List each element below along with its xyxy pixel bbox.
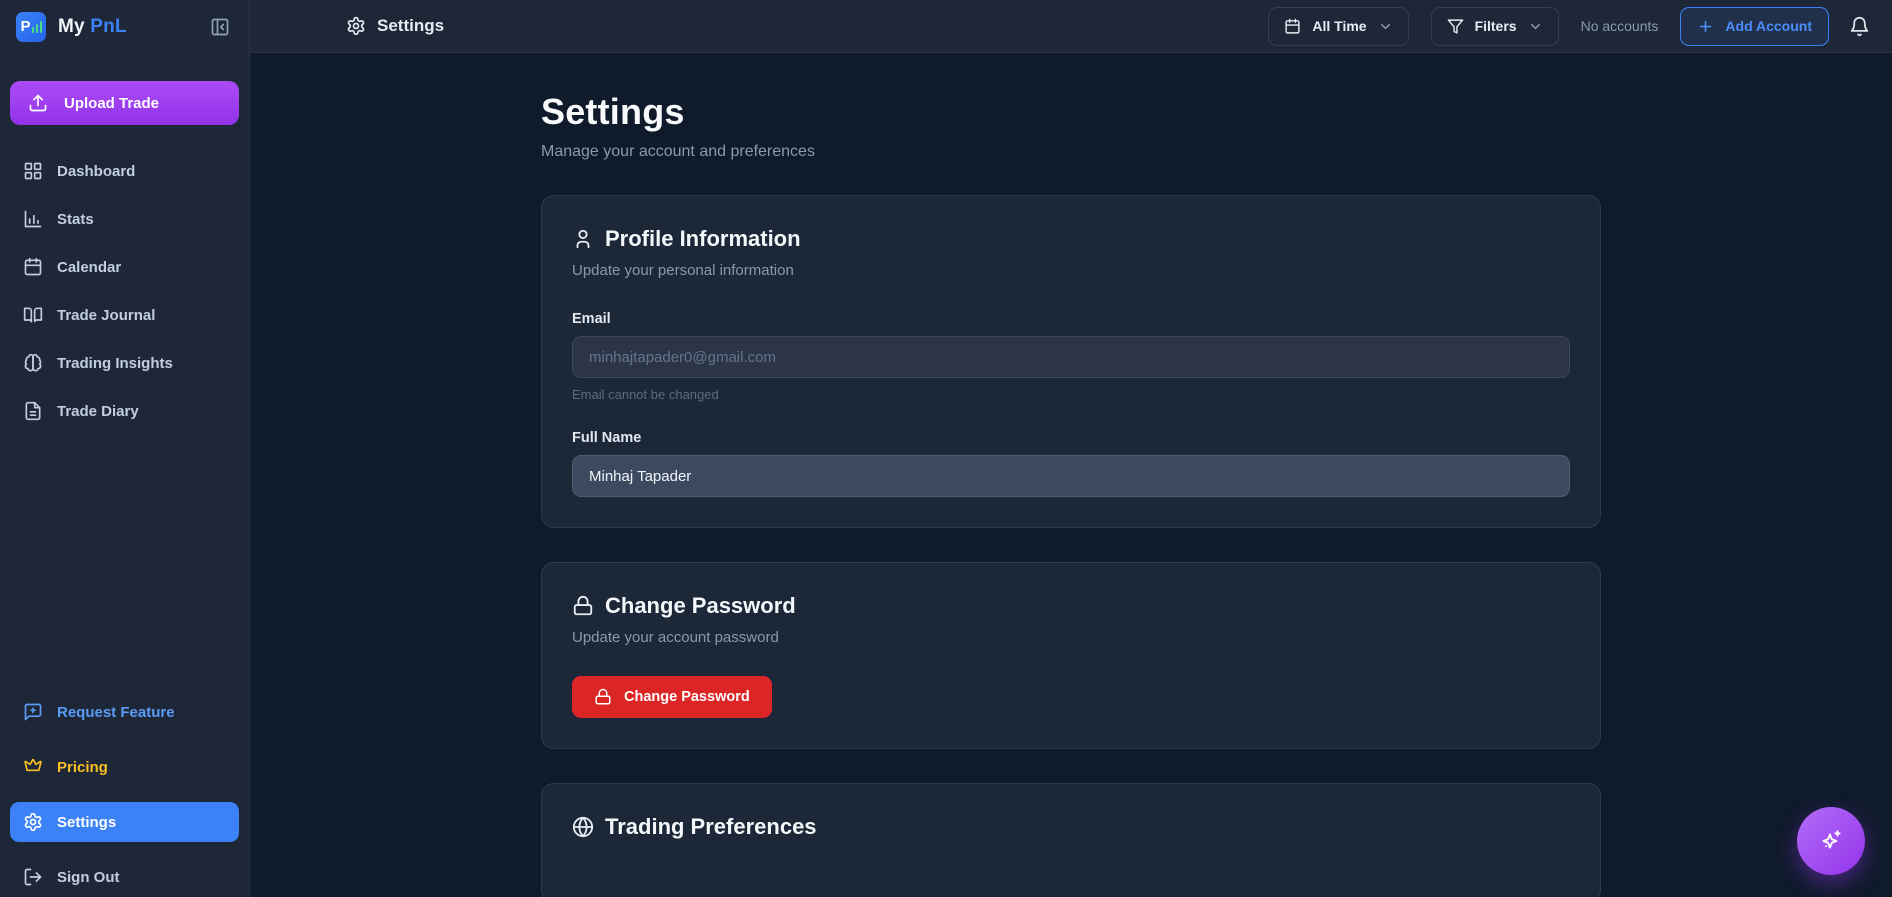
lock-icon (573, 595, 593, 616)
sidebar-header: P My PnL (0, 0, 249, 53)
trading-card-header: Trading Preferences (572, 814, 1570, 840)
logout-icon (24, 868, 42, 886)
ai-assistant-fab[interactable] (1797, 807, 1865, 875)
page-subtitle: Manage your account and preferences (541, 143, 815, 160)
gear-icon (347, 16, 365, 36)
no-accounts-status: No accounts (1580, 18, 1659, 34)
trading-preferences-card: Trading Preferences (541, 783, 1601, 897)
sidebar-footer: Request Feature Pricing Settings Sign Ou… (10, 692, 239, 897)
bar-chart-icon (24, 210, 42, 228)
lock-icon (595, 688, 611, 705)
gear-icon (24, 812, 42, 832)
add-account-button[interactable]: Add Account (1680, 6, 1829, 46)
password-card-subtitle: Update your account password (572, 629, 779, 646)
bell-icon (1850, 16, 1869, 36)
calendar-icon (1285, 18, 1300, 34)
change-password-card: Change Password Update your account pass… (541, 562, 1601, 749)
brain-icon (24, 353, 42, 372)
sidebar: P My PnL Upload Trade Dashboard Stats Ca… (0, 0, 250, 897)
email-label: Email (572, 311, 611, 327)
plus-icon (1700, 20, 1712, 32)
sidebar-item-stats[interactable]: Stats (10, 199, 239, 239)
brand-title: My PnL (58, 15, 127, 37)
upload-icon (29, 94, 47, 112)
sidebar-nav: Dashboard Stats Calendar Trade Journal T… (10, 151, 239, 431)
globe-icon (572, 816, 594, 838)
main-column: Settings All Time Filters No accounts Ad… (250, 0, 1892, 897)
page-title: Settings (541, 91, 685, 132)
user-icon (576, 229, 590, 249)
filter-icon (1447, 18, 1463, 34)
layout-grid-icon (24, 162, 42, 180)
filters-dropdown[interactable]: Filters (1430, 6, 1559, 46)
sparkles-icon (1822, 830, 1841, 849)
sidebar-item-request-feature[interactable]: Request Feature (10, 692, 239, 732)
crown-icon (24, 758, 42, 772)
book-open-icon (23, 307, 43, 323)
sidebar-item-pricing[interactable]: Pricing (10, 747, 239, 787)
file-text-icon (25, 401, 41, 421)
full-name-field[interactable] (572, 455, 1570, 497)
notifications-button[interactable] (1849, 16, 1870, 37)
calendar-icon (24, 257, 42, 276)
change-password-button[interactable]: Change Password (572, 676, 772, 718)
topbar-title: Settings (346, 16, 444, 36)
full-name-label: Full Name (572, 430, 642, 446)
chevron-down-icon (1380, 23, 1390, 29)
panel-collapse-icon (211, 18, 229, 35)
sidebar-item-calendar[interactable]: Calendar (10, 247, 239, 287)
upload-trade-button[interactable]: Upload Trade (10, 81, 239, 125)
topbar-controls: All Time Filters No accounts Add Account (1268, 6, 1870, 46)
sidebar-item-dashboard[interactable]: Dashboard (10, 151, 239, 191)
profile-card-subtitle: Update your personal information (572, 262, 794, 279)
sidebar-collapse-button[interactable] (205, 12, 235, 42)
topbar: Settings All Time Filters No accounts Ad… (250, 0, 1892, 53)
time-range-dropdown[interactable]: All Time (1268, 6, 1409, 46)
logo-chart-icon (31, 20, 42, 33)
sidebar-item-trade-journal[interactable]: Trade Journal (10, 295, 239, 335)
email-note: Email cannot be changed (572, 387, 719, 402)
password-card-header: Change Password (572, 593, 1570, 619)
sidebar-item-trading-insights[interactable]: Trading Insights (10, 343, 239, 383)
chevron-down-icon (1530, 23, 1540, 29)
profile-information-card: Profile Information Update your personal… (541, 195, 1601, 528)
settings-page: Settings Manage your account and prefere… (250, 53, 1892, 897)
sidebar-item-settings[interactable]: Settings (10, 802, 239, 842)
email-field (572, 336, 1570, 378)
profile-card-header: Profile Information (572, 226, 1570, 252)
app-logo-icon: P (16, 11, 46, 42)
sidebar-item-sign-out[interactable]: Sign Out (10, 857, 239, 897)
message-plus-icon (24, 703, 42, 721)
sidebar-item-trade-diary[interactable]: Trade Diary (10, 391, 239, 431)
